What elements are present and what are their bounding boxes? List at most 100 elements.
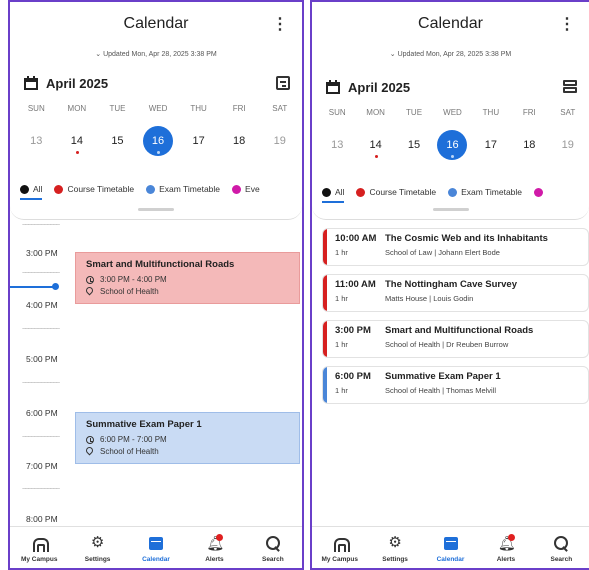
- nav-alerts[interactable]: 🔔︎ Alerts: [478, 527, 533, 568]
- event-duration: 1 hr: [335, 340, 348, 349]
- filter-exam-timetable[interactable]: Exam Timetable: [146, 184, 220, 194]
- event-details: Matts House | Louis Godin: [385, 294, 474, 303]
- event-card[interactable]: 3:00 PM Smart and Multifunctional Roads 1…: [322, 320, 589, 358]
- calendar-icon: [443, 535, 459, 551]
- timeline-event-summative-exam[interactable]: Summative Exam Paper 1 6:00 PM - 7:00 PM…: [75, 412, 300, 464]
- day-name: FRI: [522, 108, 536, 117]
- day-sat[interactable]: SAT 19: [549, 108, 587, 160]
- nav-my-campus[interactable]: My Campus: [10, 527, 68, 568]
- nav-label: Alerts: [205, 556, 224, 563]
- filter-all[interactable]: All: [20, 184, 42, 194]
- event-location-label: School of Health: [100, 447, 159, 456]
- drag-handle[interactable]: [432, 208, 469, 211]
- event-card[interactable]: 10:00 AM The Cosmic Web and its Inhabitan…: [322, 228, 589, 266]
- day-fri[interactable]: FRI 18: [219, 104, 260, 156]
- day-timeline[interactable]: ~~~~~~~~~~~~ 3:00 PM ~~~~~~~~~~~~ 4:00 P…: [10, 220, 302, 530]
- event-time: 11:00 AM: [335, 279, 376, 290]
- day-sat[interactable]: SAT 19: [259, 104, 300, 156]
- day-name: SUN: [328, 108, 346, 117]
- nav-search[interactable]: Search: [534, 527, 589, 568]
- more-options-icon[interactable]: ⋮: [272, 14, 288, 34]
- month-label[interactable]: April 2025: [348, 80, 563, 95]
- event-time-label: 3:00 PM - 4:00 PM: [100, 275, 167, 284]
- half-hour-divider: ~~~~~~~~~~~~: [22, 380, 60, 387]
- day-wed[interactable]: WED 16: [138, 104, 179, 156]
- filter-events[interactable]: Eve: [232, 184, 260, 194]
- last-updated-text[interactable]: ⌄ Updated Mon, Apr 28, 2025 3:38 PM: [312, 50, 589, 58]
- active-filter-indicator: [20, 198, 42, 200]
- day-wed[interactable]: WED 16: [433, 108, 471, 160]
- day-mon[interactable]: MON 14: [57, 104, 98, 156]
- bottom-nav: My Campus ⚙ Settings Calendar 🔔︎ Alerts Se…: [312, 526, 589, 568]
- last-updated-label: Updated Mon, Apr 28, 2025 3:38 PM: [397, 51, 512, 58]
- page-title: Calendar: [123, 15, 189, 32]
- day-thu[interactable]: THU 17: [178, 104, 219, 156]
- day-name: SAT: [560, 108, 576, 117]
- category-bar: [323, 367, 327, 403]
- nav-label: Calendar: [436, 556, 465, 563]
- nav-calendar[interactable]: Calendar: [127, 527, 185, 568]
- filter-events[interactable]: [534, 187, 547, 197]
- course-dot-icon: [54, 184, 64, 194]
- day-number-label: 14: [369, 139, 382, 151]
- hour-label: 6:00 PM: [26, 408, 58, 418]
- day-name: FRI: [232, 104, 246, 113]
- event-location: School of Health: [86, 447, 289, 456]
- nav-search[interactable]: Search: [244, 527, 302, 568]
- search-icon: [553, 535, 569, 551]
- day-sun[interactable]: SUN 13: [318, 108, 356, 160]
- drag-handle[interactable]: [138, 208, 174, 211]
- filter-course-timetable[interactable]: Course Timetable: [356, 187, 436, 197]
- calendar-icon: [148, 535, 164, 551]
- filter-course-timetable[interactable]: Course Timetable: [54, 184, 134, 194]
- month-label[interactable]: April 2025: [46, 76, 276, 91]
- nav-calendar[interactable]: Calendar: [423, 527, 478, 568]
- alert-badge: [216, 534, 224, 541]
- filter-exam-timetable[interactable]: Exam Timetable: [448, 187, 522, 197]
- list-view-icon[interactable]: [563, 80, 577, 94]
- day-number: 17: [192, 135, 205, 147]
- nav-settings[interactable]: ⚙ Settings: [68, 527, 126, 568]
- day-name: MON: [366, 108, 385, 117]
- half-hour-divider: ~~~~~~~~~~~~: [22, 326, 60, 333]
- more-options-icon[interactable]: ⋮: [559, 14, 575, 34]
- gear-icon: ⚙: [90, 534, 105, 551]
- event-card[interactable]: 6:00 PM Summative Exam Paper 1 1 hr School…: [322, 366, 589, 404]
- event-dot: [75, 151, 79, 154]
- search-icon: [265, 535, 281, 551]
- day-tue[interactable]: TUE 15: [395, 108, 433, 160]
- nav-my-campus[interactable]: My Campus: [312, 527, 367, 568]
- all-dot-icon: [322, 187, 331, 197]
- event-time: 6:00 PM - 7:00 PM: [86, 435, 289, 444]
- last-updated-label: Updated Mon, Apr 28, 2025 3:38 PM: [103, 51, 217, 58]
- day-number: 14: [62, 126, 92, 156]
- nav-alerts[interactable]: 🔔︎ Alerts: [185, 527, 243, 568]
- filter-all[interactable]: All: [322, 187, 344, 197]
- event-time: 6:00 PM: [335, 371, 371, 382]
- day-sun[interactable]: SUN 13: [16, 104, 57, 156]
- half-hour-divider: ~~~~~~~~~~~~: [22, 222, 60, 229]
- clock-icon: [86, 275, 94, 284]
- timeline-event-smart-roads[interactable]: Smart and Multifunctional Roads 3:00 PM …: [75, 252, 300, 304]
- day-tue[interactable]: TUE 15: [97, 104, 138, 156]
- day-name: TUE: [406, 108, 423, 117]
- day-number: 19: [561, 139, 574, 151]
- day-name: SUN: [27, 104, 45, 113]
- day-name: WED: [443, 108, 462, 117]
- event-card[interactable]: 11:00 AM The Nottingham Cave Survey 1 hr M…: [322, 274, 589, 312]
- day-thu[interactable]: THU 17: [472, 108, 510, 160]
- day-mon[interactable]: MON 14: [356, 108, 394, 160]
- bell-icon: 🔔︎: [497, 534, 516, 551]
- nav-label: My Campus: [321, 556, 358, 563]
- event-location-label: School of Health: [100, 287, 159, 296]
- nav-label: Settings: [382, 556, 408, 563]
- agenda-view-icon[interactable]: [276, 76, 290, 90]
- last-updated-text[interactable]: ⌄ Updated Mon, Apr 28, 2025 3:38 PM: [10, 50, 302, 58]
- day-fri[interactable]: FRI 18: [510, 108, 548, 160]
- calendar-screen-timeline: Calendar ⋮ ⌄ Updated Mon, Apr 28, 2025 3…: [8, 0, 304, 570]
- day-name: MON: [67, 104, 87, 113]
- event-duration: 1 hr: [335, 294, 348, 303]
- nav-settings[interactable]: ⚙ Settings: [367, 527, 422, 568]
- filter-label: Exam Timetable: [461, 187, 523, 197]
- day-number: 17: [484, 139, 498, 151]
